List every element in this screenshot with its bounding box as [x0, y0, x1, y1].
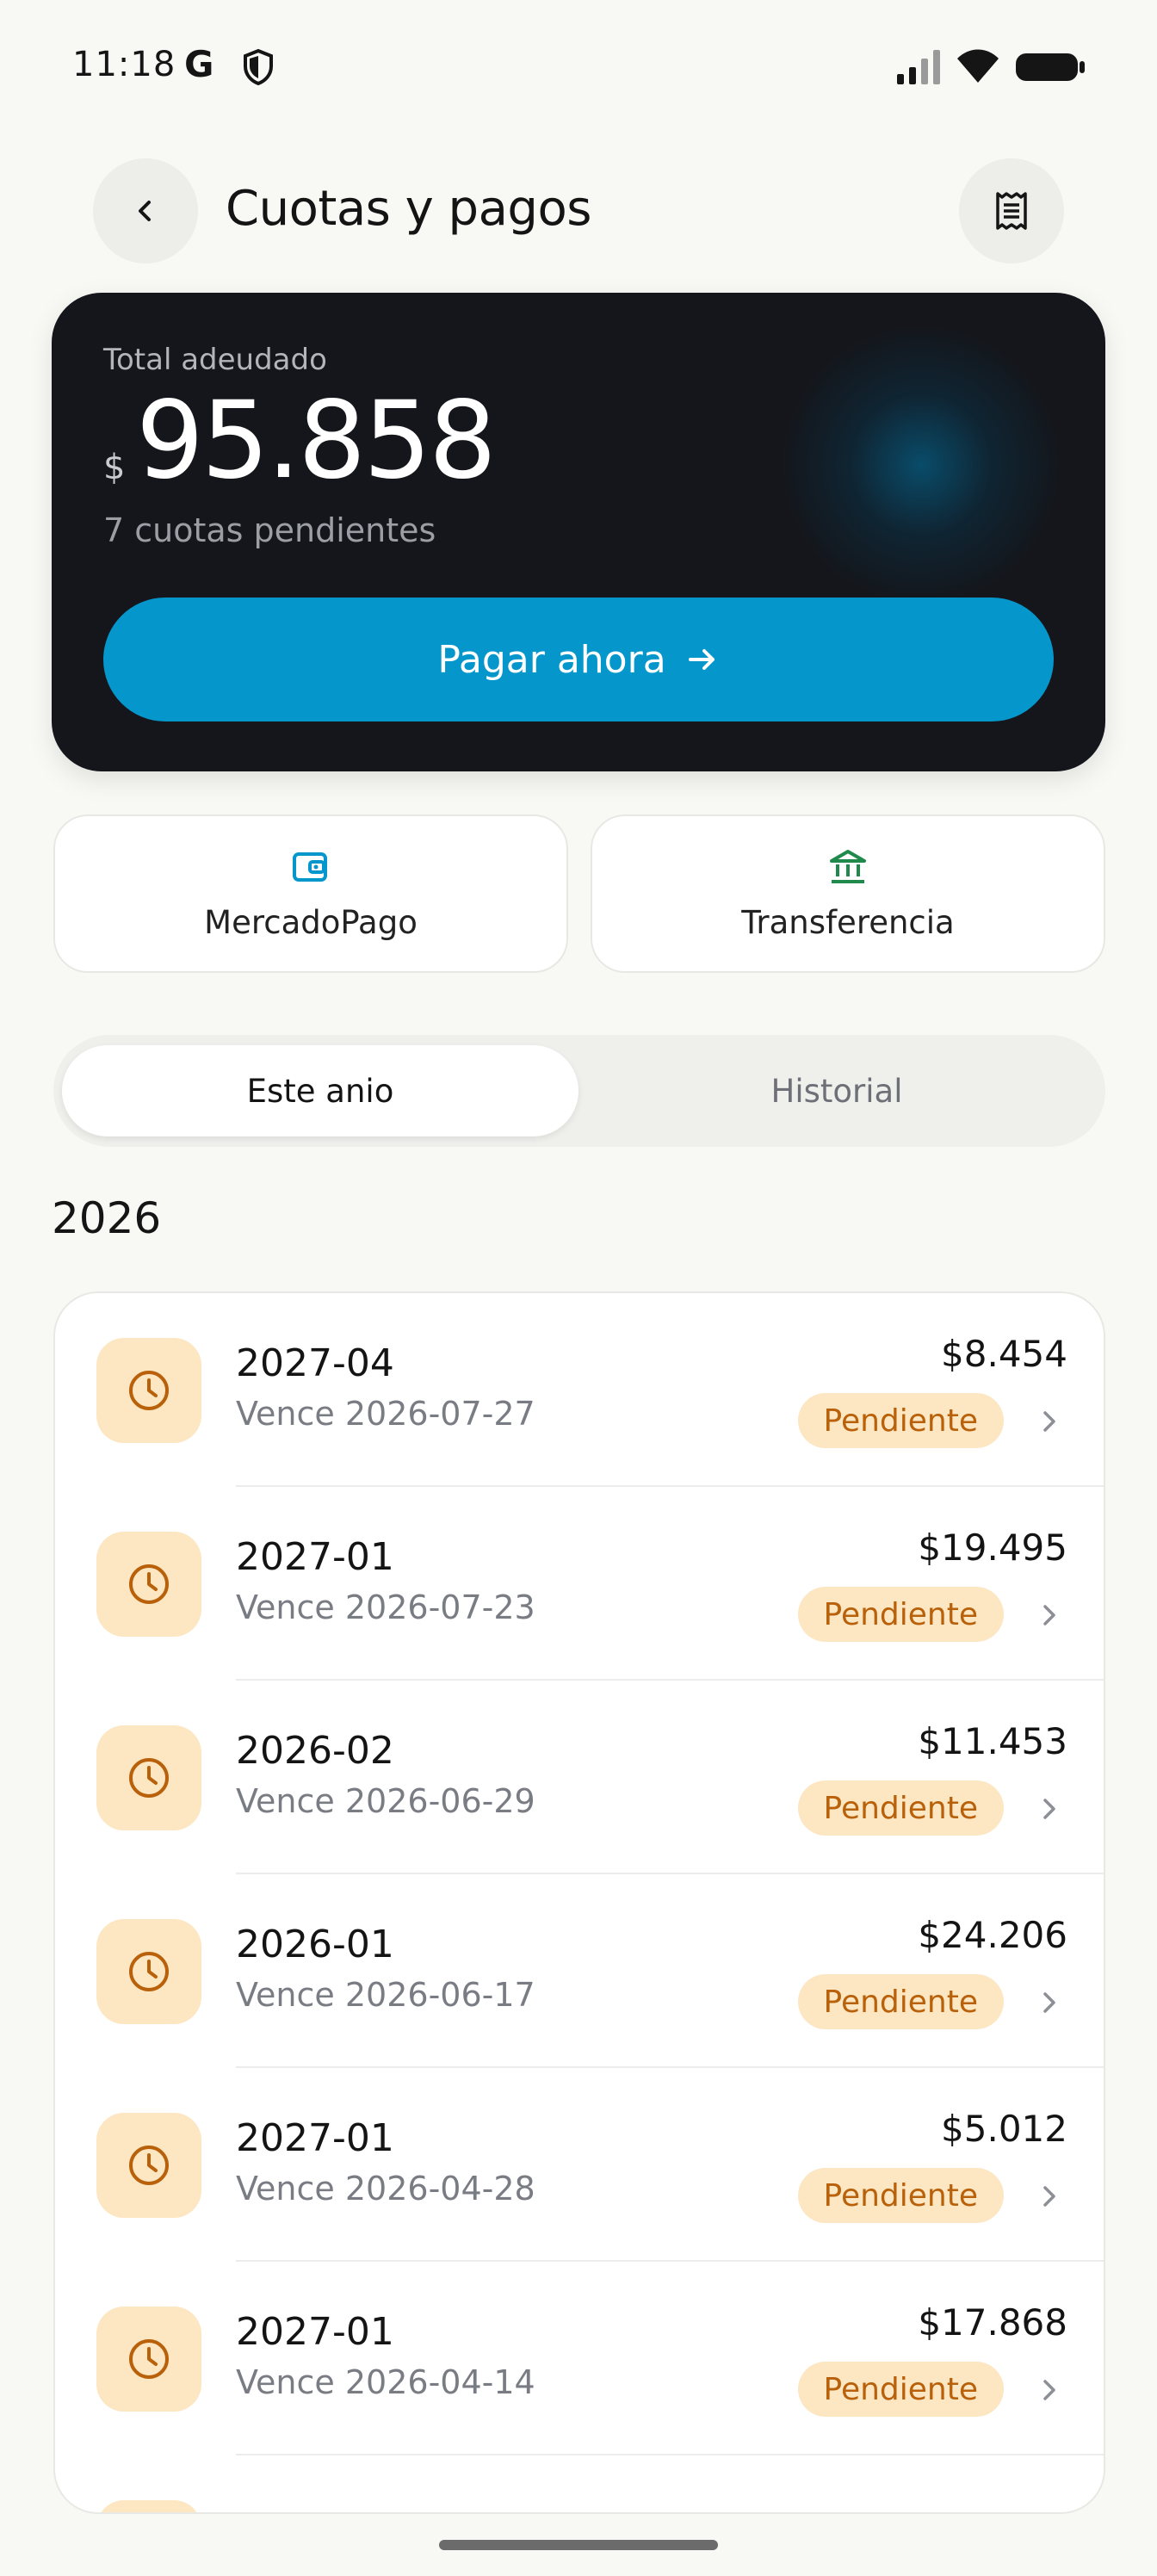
installment-row-partial[interactable]	[55, 2455, 1104, 2512]
status-badge: Pendiente	[797, 1587, 1004, 1642]
installment-amount: $5.012	[941, 2108, 1067, 2150]
debt-amount: 95.858	[136, 379, 497, 503]
installment-title: 2026-02	[236, 1729, 394, 1773]
installment-amount: $11.453	[918, 1720, 1067, 1762]
installment-due-date: Vence 2026-07-23	[236, 1588, 535, 1626]
clock-icon	[129, 1952, 169, 1991]
wifi-icon	[957, 49, 999, 83]
installment-title: 2027-01	[236, 2310, 394, 2354]
clock-icon	[129, 1758, 169, 1798]
debt-summary-card: Total adeudado $ 95.858 7 cuotas pendien…	[52, 293, 1105, 771]
pending-status-icon	[96, 1532, 201, 1637]
clock-icon	[129, 2146, 169, 2185]
installment-due-date: Vence 2026-06-29	[236, 1782, 535, 1820]
installment-due-date: Vence 2026-07-27	[236, 1395, 535, 1433]
installment-row[interactable]: 2026-01 Vence 2026-06-17 $24.206 Pendien…	[55, 1874, 1104, 2068]
status-time: 11:18	[72, 45, 176, 84]
installment-amount: $24.206	[918, 1914, 1067, 1956]
installments-list: 2027-04 Vence 2026-07-27 $8.454 Pendient…	[53, 1291, 1105, 2514]
status-bar: 11:18 G	[0, 0, 1157, 138]
pending-count: 7 cuotas pendientes	[103, 511, 436, 549]
google-icon: G	[184, 43, 214, 85]
status-badge: Pendiente	[797, 1393, 1004, 1448]
receipt-button[interactable]	[959, 158, 1064, 263]
pending-status-icon	[96, 2307, 201, 2412]
card-glow	[775, 327, 1067, 603]
installment-row[interactable]: 2027-01 Vence 2026-04-28 $5.012 Pendient…	[55, 2068, 1104, 2262]
installment-due-date: Vence 2026-04-28	[236, 2170, 535, 2208]
home-indicator[interactable]	[439, 2540, 718, 2550]
installment-title: 2026-01	[236, 1923, 394, 1966]
installment-row[interactable]: 2026-02 Vence 2026-06-29 $11.453 Pendien…	[55, 1681, 1104, 1874]
transfer-button[interactable]: Transferencia	[591, 814, 1105, 973]
pending-status-icon	[96, 1919, 201, 2024]
period-tabs: Este anio Historial	[53, 1035, 1105, 1147]
clock-icon	[129, 2339, 169, 2379]
bank-icon	[830, 850, 866, 883]
pending-status-icon	[96, 2500, 201, 2512]
installment-title: 2027-01	[236, 1535, 394, 1579]
installment-due-date: Vence 2026-04-14	[236, 2363, 535, 2401]
chevron-right-icon	[1043, 1411, 1055, 1432]
pay-now-button[interactable]: Pagar ahora	[103, 598, 1054, 721]
installment-row[interactable]: 2027-01 Vence 2026-04-14 $17.868 Pendien…	[55, 2262, 1104, 2455]
status-badge: Pendiente	[797, 2168, 1004, 2223]
chevron-right-icon	[1043, 1605, 1055, 1625]
signal-icon	[897, 50, 940, 84]
wallet-icon	[293, 852, 327, 882]
debt-currency: $	[103, 448, 126, 487]
chevron-right-icon	[1043, 2186, 1055, 2207]
year-heading: 2026	[52, 1193, 162, 1243]
status-badge: Pendiente	[797, 2362, 1004, 2417]
installment-row[interactable]: 2027-04 Vence 2026-07-27 $8.454 Pendient…	[55, 1293, 1104, 1487]
transfer-label: Transferencia	[741, 904, 955, 941]
chevron-right-icon	[1043, 1992, 1055, 2013]
clock-icon	[129, 1564, 169, 1604]
tab-history[interactable]: Historial	[578, 1045, 1095, 1136]
installment-due-date: Vence 2026-06-17	[236, 1976, 535, 2014]
installment-amount: $17.868	[918, 2301, 1067, 2344]
installment-amount: $19.495	[918, 1526, 1067, 1569]
top-app-bar: Cuotas y pagos	[0, 155, 1157, 267]
chevron-left-icon	[139, 201, 151, 221]
pending-status-icon	[96, 1725, 201, 1830]
installment-title: 2027-04	[236, 1341, 394, 1385]
debt-label: Total adeudado	[103, 343, 327, 377]
clock-icon	[129, 1371, 169, 1410]
back-button[interactable]	[93, 158, 198, 263]
receipt-icon	[996, 192, 1027, 230]
pending-status-icon	[96, 2113, 201, 2218]
installment-row[interactable]: 2027-01 Vence 2026-07-23 $19.495 Pendien…	[55, 1487, 1104, 1681]
status-badge: Pendiente	[797, 1780, 1004, 1836]
pay-now-label: Pagar ahora	[437, 637, 666, 682]
installment-amount: $8.454	[941, 1333, 1067, 1375]
status-badge: Pendiente	[797, 1974, 1004, 2029]
installment-title: 2027-01	[236, 2116, 394, 2160]
arrow-right-icon	[688, 649, 715, 670]
chevron-right-icon	[1043, 1799, 1055, 1819]
chevron-right-icon	[1043, 2380, 1055, 2400]
battery-icon	[1016, 53, 1085, 81]
mercadopago-button[interactable]: MercadoPago	[53, 814, 568, 973]
page-title: Cuotas y pagos	[226, 181, 591, 237]
mercadopago-label: MercadoPago	[204, 904, 418, 941]
pending-status-icon	[96, 1338, 201, 1443]
tab-this-year[interactable]: Este anio	[62, 1045, 578, 1136]
shield-icon	[244, 48, 273, 86]
